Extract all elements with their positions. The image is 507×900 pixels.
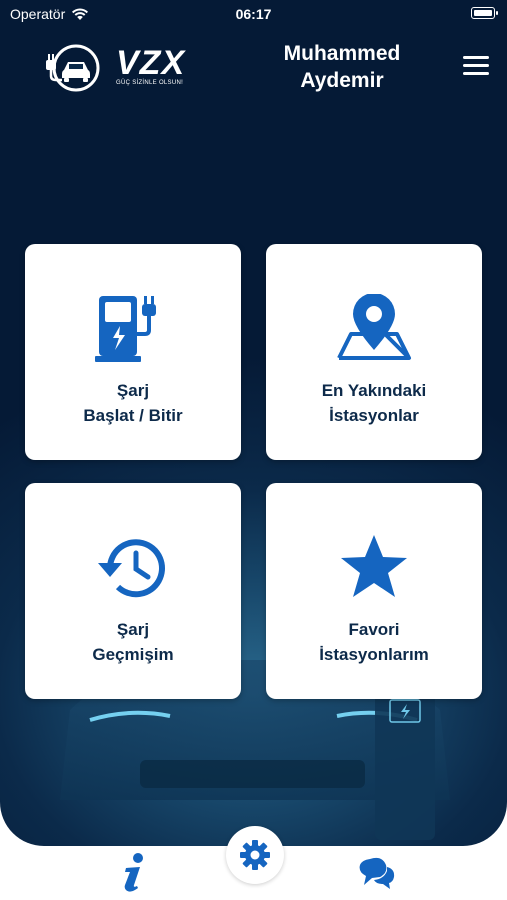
history-clock-icon [98,539,165,598]
start-stop-charging-tile[interactable]: Şarj Başlat / Bitir [25,244,241,460]
tile-label: En Yakındaki İstasyonlar [321,381,427,425]
favorite-stations-tile[interactable]: Favori İstasyonlarım [266,483,482,699]
tile-label: Şarj Geçmişim [92,620,174,664]
charging-history-tile[interactable]: Şarj Geçmişim [25,483,241,699]
tile-label: Favori İstasyonlarım [319,620,429,664]
info-icon[interactable] [116,852,150,892]
user-name: Muhammed Aydemir [283,42,401,92]
home-screen: Operatör 06:17 VZX GÜÇ SİZİNLE OLSUN! Mu… [0,0,507,846]
chat-bubbles-icon[interactable] [356,855,396,891]
charging-station-icon [95,296,156,362]
brand-name: VZX [116,44,186,82]
settings-button[interactable] [226,826,284,884]
hamburger-menu-icon[interactable] [463,56,489,76]
status-bar: Operatör 06:17 [0,0,507,30]
brand-slogan: GÜÇ SİZİNLE OLSUN! [116,80,184,86]
star-icon [341,535,407,597]
app-logo: VZX GÜÇ SİZİNLE OLSUN! [44,42,185,92]
clock: 06:17 [235,6,272,22]
tile-label: Şarj Başlat / Bitir [83,381,183,425]
ev-plug-car-icon [46,44,100,92]
battery-icon [471,7,498,19]
gear-icon [240,840,270,870]
map-pin-icon [337,294,411,360]
nearest-stations-tile[interactable]: En Yakındaki İstasyonlar [266,244,482,460]
